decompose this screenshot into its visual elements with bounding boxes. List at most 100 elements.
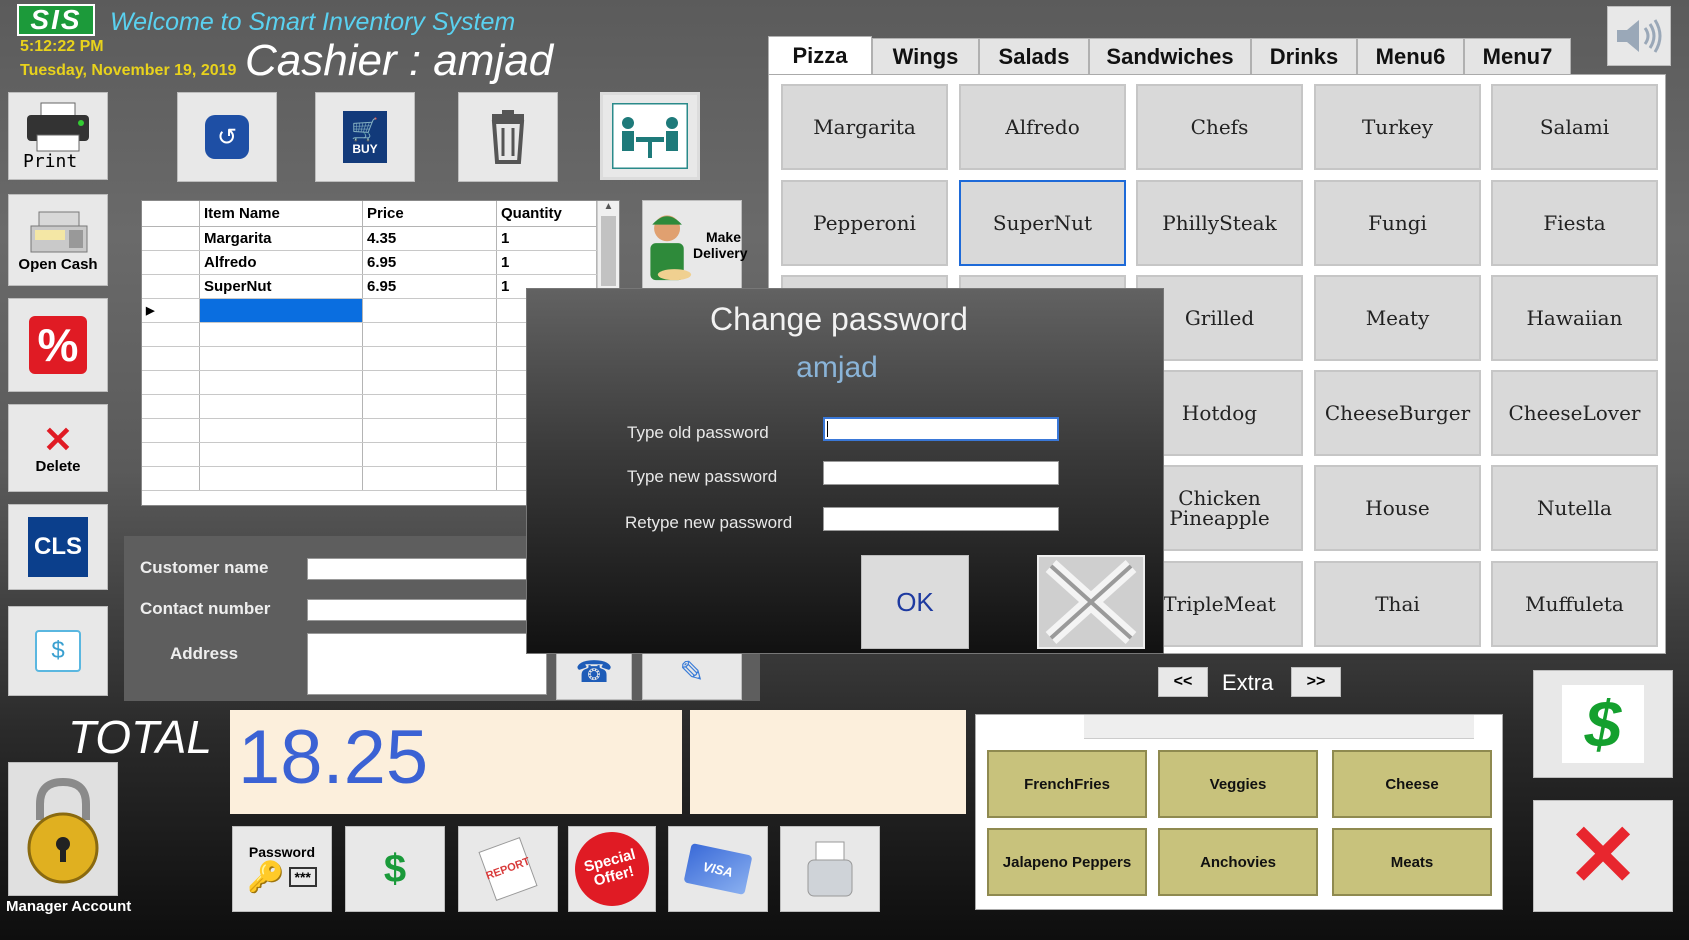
- menu-item-phillysteak[interactable]: PhillySteak: [1136, 180, 1303, 266]
- extra-item-frenchfries[interactable]: FrenchFries: [987, 750, 1147, 818]
- column-header-price[interactable]: Price: [362, 201, 497, 227]
- report-button[interactable]: REPORT: [458, 826, 558, 912]
- print-label: Print: [23, 150, 78, 172]
- menu-item-house[interactable]: House: [1314, 465, 1481, 551]
- make-delivery-button[interactable]: Make Delivery: [642, 200, 747, 290]
- cash-register-icon: [30, 211, 88, 252]
- logo: SIS: [17, 4, 95, 36]
- manager-account-button[interactable]: [8, 762, 118, 896]
- extra-item-cheese[interactable]: Cheese: [1332, 750, 1492, 818]
- item-name-cell[interactable]: Margarita: [199, 226, 363, 251]
- text-cursor: [827, 421, 828, 437]
- menu-item-margarita[interactable]: Margarita: [781, 84, 948, 170]
- buy-button[interactable]: 🛒 BUY: [315, 92, 415, 182]
- checkout-button[interactable]: $: [1533, 670, 1673, 778]
- menu-item-cheeselover[interactable]: CheeseLover: [1491, 370, 1658, 456]
- price-cell[interactable]: 6.95: [362, 274, 497, 299]
- open-cash-button[interactable]: Open Cash: [8, 194, 108, 286]
- menu-item-thai[interactable]: Thai: [1314, 561, 1481, 647]
- tab-drinks[interactable]: Drinks: [1251, 38, 1357, 74]
- welcome-title: Welcome to Smart Inventory System: [110, 8, 516, 36]
- row-header-cell: [142, 201, 200, 227]
- item-name-cell[interactable]: SuperNut: [199, 274, 363, 299]
- menu-item-fungi[interactable]: Fungi: [1314, 180, 1481, 266]
- item-name-cell[interactable]: Alfredo: [199, 250, 363, 275]
- tab-menu7[interactable]: Menu7: [1464, 38, 1571, 74]
- cancel-order-button[interactable]: ✕: [1533, 800, 1673, 912]
- report-icon: REPORT: [478, 837, 538, 901]
- payment-button[interactable]: $: [8, 606, 108, 696]
- menu-item-nutella[interactable]: Nutella: [1491, 465, 1658, 551]
- delete-button[interactable]: ✕ Delete: [8, 404, 108, 492]
- scroll-up-arrow-icon[interactable]: ▲: [598, 201, 619, 212]
- special-offer-button[interactable]: Special Offer!: [566, 823, 658, 915]
- extra-item-meats[interactable]: Meats: [1332, 828, 1492, 896]
- tab-menu6[interactable]: Menu6: [1357, 38, 1464, 74]
- menu-item-muffuleta[interactable]: Muffuleta: [1491, 561, 1658, 647]
- buy-label: BUY: [352, 142, 378, 156]
- extra-next-button[interactable]: >>: [1291, 667, 1341, 697]
- extra-item-anchovies[interactable]: Anchovies: [1158, 828, 1318, 896]
- table-people-icon: [612, 103, 688, 169]
- menu-item-cheeseburger[interactable]: CheeseBurger: [1314, 370, 1481, 456]
- empty-cell[interactable]: [362, 298, 497, 323]
- address-label: Address: [170, 644, 239, 663]
- clock-time: 5:12:22 PM: [20, 38, 104, 55]
- tab-sandwiches[interactable]: Sandwiches: [1089, 38, 1251, 74]
- quantity-cell[interactable]: 1: [496, 250, 597, 275]
- contact-number-field[interactable]: [307, 599, 547, 621]
- return-button[interactable]: ↺: [177, 92, 277, 182]
- scroll-thumb[interactable]: [601, 216, 616, 286]
- menu-item-hawaiian[interactable]: Hawaiian: [1491, 275, 1658, 361]
- new-password-field[interactable]: [823, 461, 1059, 485]
- card-payment-button[interactable]: VISA: [668, 826, 768, 912]
- customer-name-field[interactable]: [307, 558, 547, 580]
- extra-item-veggies[interactable]: Veggies: [1158, 750, 1318, 818]
- password-button[interactable]: Password 🔑 ***: [232, 826, 332, 912]
- phone-icon: ☎: [575, 655, 613, 689]
- quantity-cell[interactable]: 1: [496, 226, 597, 251]
- discount-button[interactable]: %: [8, 298, 108, 392]
- menu-item-salami[interactable]: Salami: [1491, 84, 1658, 170]
- receipt-printer-icon: [807, 841, 853, 897]
- printer-icon: [27, 102, 89, 151]
- change-display: [690, 710, 966, 814]
- sound-button[interactable]: [1607, 6, 1671, 66]
- menu-item-alfredo[interactable]: Alfredo: [959, 84, 1126, 170]
- selected-cell[interactable]: [199, 298, 363, 323]
- address-field[interactable]: [307, 633, 547, 695]
- dialog-close-button[interactable]: [1037, 555, 1145, 649]
- tab-salads[interactable]: Salads: [979, 38, 1089, 74]
- menu-item-chefs[interactable]: Chefs: [1136, 84, 1303, 170]
- trash-button[interactable]: [458, 92, 558, 182]
- table-row[interactable]: Margarita 4.35 1: [142, 226, 597, 251]
- menu-item-supernut[interactable]: SuperNut: [959, 180, 1126, 266]
- return-icon: ↺: [205, 115, 249, 159]
- user-edit-icon: ✎: [679, 655, 705, 689]
- price-cell[interactable]: 4.35: [362, 226, 497, 251]
- ok-button[interactable]: OK: [861, 555, 969, 649]
- close-icon: [1045, 560, 1137, 644]
- cash-payment-button[interactable]: $: [345, 826, 445, 912]
- total-value: 18.25: [238, 715, 429, 800]
- price-cell[interactable]: 6.95: [362, 250, 497, 275]
- old-password-field[interactable]: [823, 417, 1059, 441]
- extra-item-jalapeno-peppers[interactable]: Jalapeno Peppers: [987, 828, 1147, 896]
- column-header-quantity[interactable]: Quantity: [496, 201, 597, 227]
- tab-pizza[interactable]: Pizza: [768, 36, 872, 74]
- dollar-card-icon: $: [35, 630, 81, 672]
- menu-item-meaty[interactable]: Meaty: [1314, 275, 1481, 361]
- print-button[interactable]: Print: [8, 92, 108, 180]
- clear-screen-button[interactable]: CLS: [8, 504, 108, 590]
- table-row[interactable]: Alfredo 6.95 1: [142, 250, 597, 275]
- menu-item-fiesta[interactable]: Fiesta: [1491, 180, 1658, 266]
- menu-item-pepperoni[interactable]: Pepperoni: [781, 180, 948, 266]
- column-header-item-name[interactable]: Item Name: [199, 201, 363, 227]
- retype-password-field[interactable]: [823, 507, 1059, 531]
- extra-prev-button[interactable]: <<: [1158, 667, 1208, 697]
- tab-wings[interactable]: Wings: [872, 38, 979, 74]
- trash-icon: [491, 110, 525, 164]
- dine-in-button[interactable]: [600, 92, 700, 180]
- receipt-printer-button[interactable]: [780, 826, 880, 912]
- menu-item-turkey[interactable]: Turkey: [1314, 84, 1481, 170]
